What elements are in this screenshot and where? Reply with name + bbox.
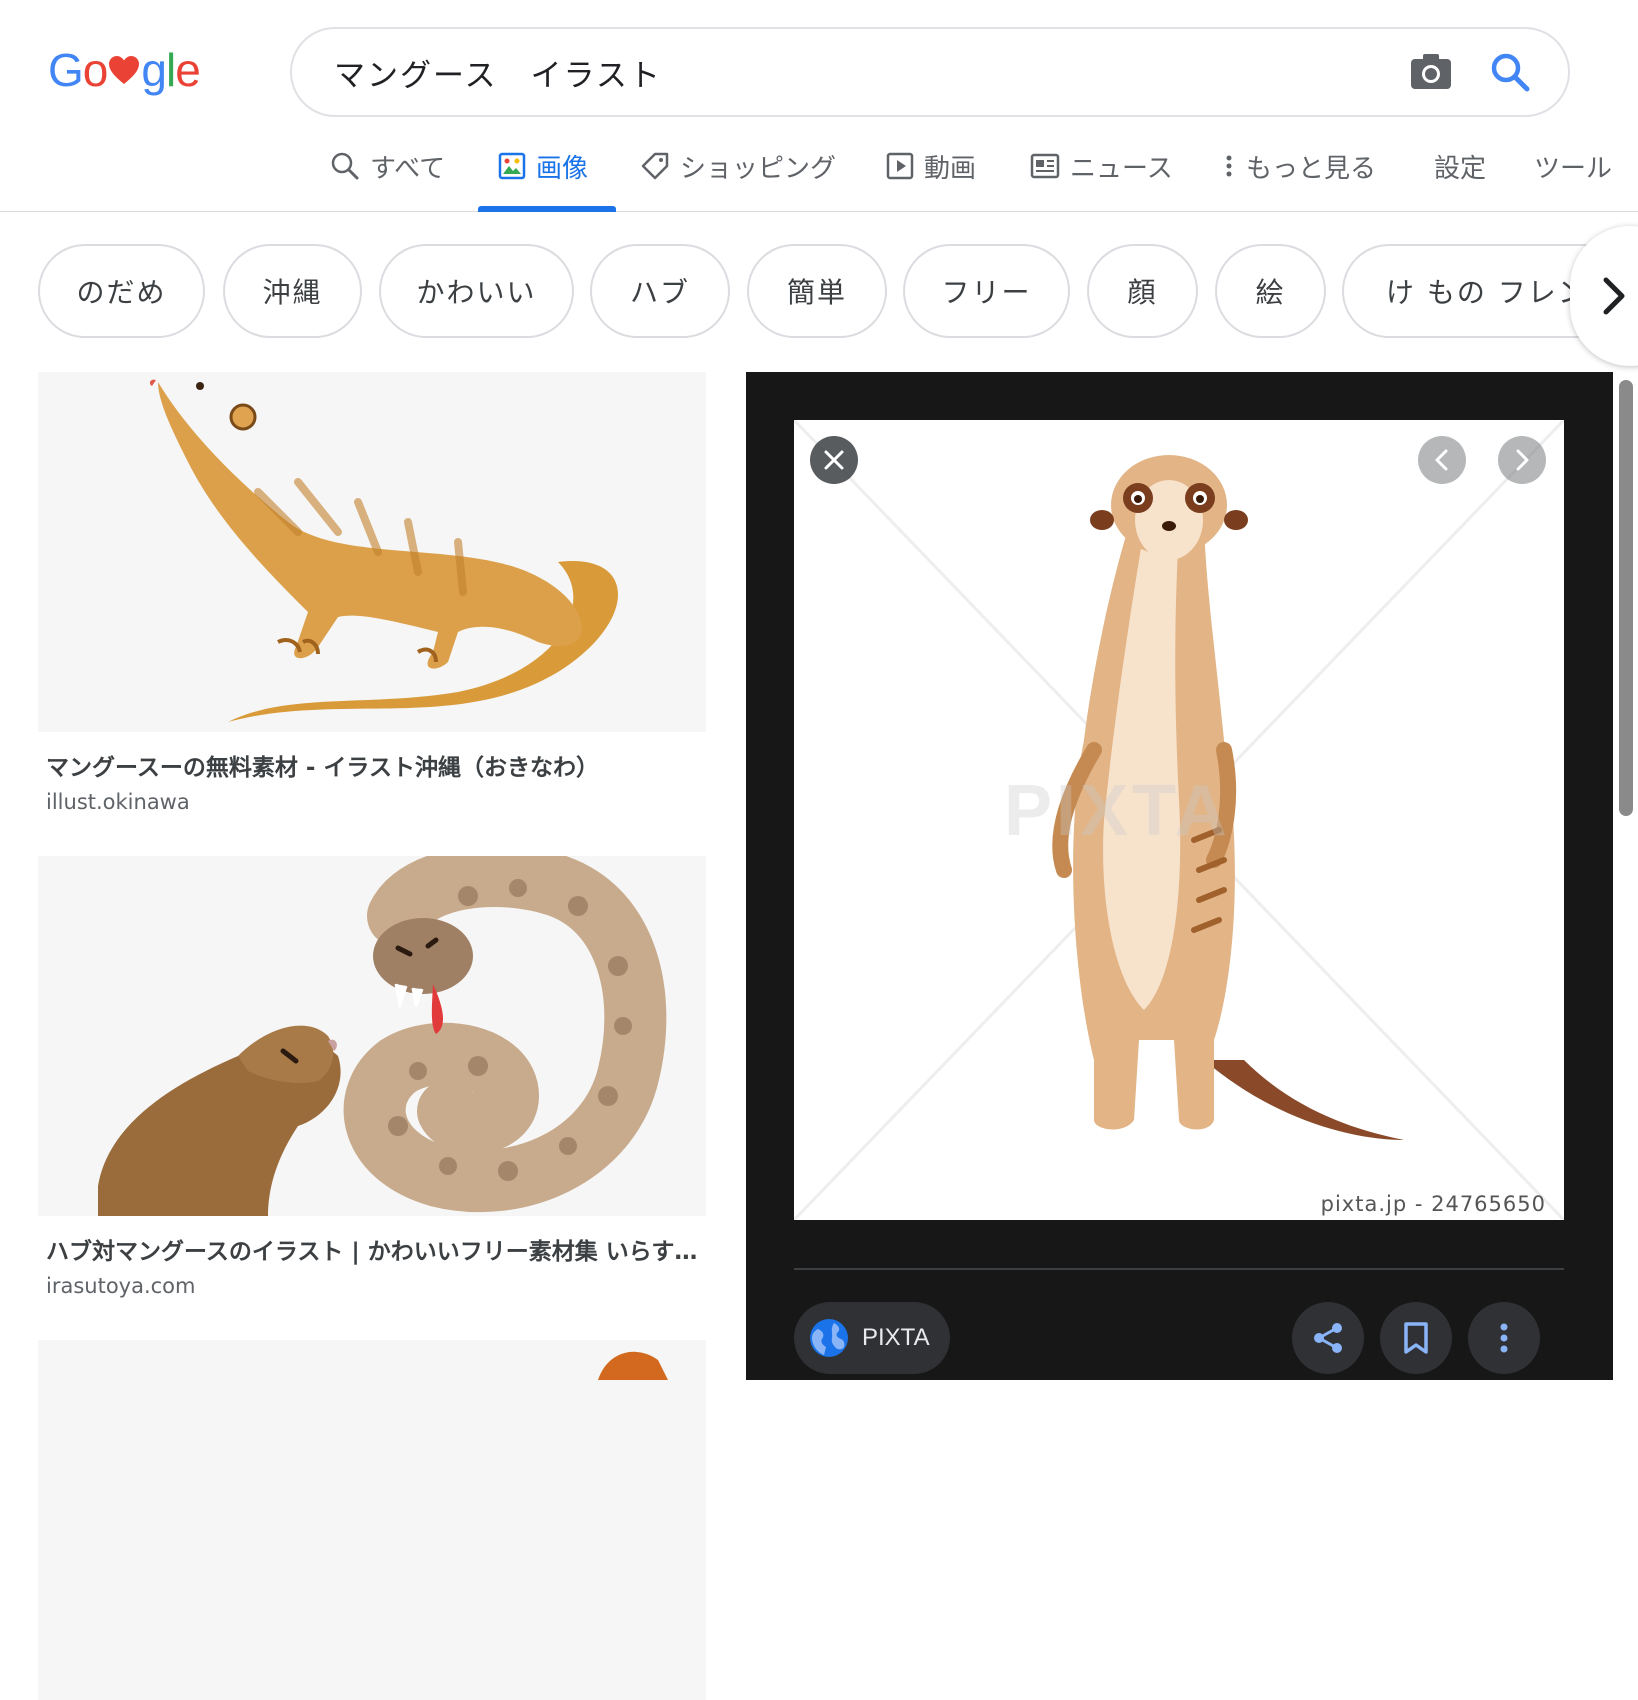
tab-label: 動画 <box>924 153 977 184</box>
share-icon <box>1314 1323 1342 1353</box>
result-thumbnail[interactable] <box>38 372 706 732</box>
tab-settings[interactable]: 設定 <box>1434 142 1486 190</box>
result-thumbnail[interactable] <box>38 856 706 1216</box>
previous-image-button[interactable] <box>1418 436 1466 484</box>
active-tab-indicator <box>478 206 616 212</box>
tag-icon <box>641 152 669 180</box>
tab-label: 画像 <box>536 153 589 184</box>
next-image-button[interactable] <box>1498 436 1546 484</box>
image-result[interactable]: マングースーの無料素材 - イラスト沖縄（おきなわ） illust.okinaw… <box>38 372 706 814</box>
chip[interactable]: のだめ <box>38 244 205 338</box>
tab-label: ツール <box>1534 153 1613 184</box>
tab-label: ニュース <box>1070 153 1173 184</box>
close-button[interactable] <box>810 436 858 484</box>
tab-label: 設定 <box>1434 153 1487 184</box>
globe-icon <box>810 1319 848 1357</box>
source-link[interactable]: PIXTA <box>794 1302 950 1374</box>
share-button[interactable] <box>1292 1302 1364 1374</box>
chip[interactable]: 沖縄 <box>223 244 362 338</box>
bookmark-icon <box>1404 1322 1428 1354</box>
image-preview-panel: PIXTA pixta.jp - 24765650 PIXTA <box>746 372 1613 1380</box>
logo-l: l <box>165 44 176 96</box>
tab-videos[interactable]: 動画 <box>886 142 976 190</box>
save-button[interactable] <box>1380 1302 1452 1374</box>
panel-scrollbar[interactable] <box>1619 380 1633 816</box>
tab-all[interactable]: すべて <box>330 142 445 190</box>
result-title[interactable]: マングースーの無料素材 - イラスト沖縄（おきなわ） <box>46 748 706 782</box>
source-label: PIXTA <box>862 1324 930 1351</box>
chip[interactable]: 絵 <box>1215 244 1326 338</box>
google-logo[interactable]: Gogle <box>48 38 201 102</box>
play-icon <box>886 152 914 180</box>
result-thumbnail[interactable] <box>38 1340 706 1700</box>
logo-o: o <box>82 44 109 96</box>
logo-g: G <box>48 44 84 96</box>
result-domain[interactable]: illust.okinawa <box>46 790 706 814</box>
watermark: PIXTA <box>1004 771 1231 851</box>
image-result[interactable] <box>38 1340 706 1700</box>
tab-shopping[interactable]: ショッピング <box>640 142 836 190</box>
chip[interactable]: ハブ <box>590 244 730 338</box>
result-domain[interactable]: irasutoya.com <box>46 1274 706 1298</box>
camera-icon[interactable] <box>1408 49 1454 95</box>
search-icon <box>331 152 359 180</box>
preview-image[interactable]: PIXTA pixta.jp - 24765650 <box>794 420 1564 1220</box>
chip[interactable]: 簡単 <box>747 244 887 338</box>
panel-divider <box>794 1268 1564 1270</box>
search-icon[interactable] <box>1488 50 1532 94</box>
related-chips: のだめ 沖縄 かわいい ハブ 簡単 フリー 顔 絵 け もの フレンズ <box>0 244 1638 340</box>
logo-e: e <box>175 44 201 96</box>
chip[interactable]: フリー <box>903 244 1070 338</box>
news-icon <box>1030 153 1060 179</box>
mongoose-illustration <box>149 379 618 722</box>
chevron-right-icon <box>1603 277 1625 315</box>
tab-label: ショッピング <box>680 153 837 184</box>
search-box[interactable]: マングース イラスト <box>290 27 1570 117</box>
search-tabs: すべて 画像 ショッピング 動画 ニュース もっと見る 設定 ツール <box>0 132 1638 212</box>
chevron-left-icon <box>1435 449 1448 471</box>
tab-news[interactable]: ニュース <box>1030 142 1173 190</box>
more-vert-icon <box>1500 1323 1508 1353</box>
heart-icon <box>109 56 140 84</box>
tab-label: すべて <box>370 153 446 184</box>
logo-g2: g <box>141 44 167 96</box>
partial-illustration <box>598 1351 668 1380</box>
result-title[interactable]: ハブ対マングースのイラスト | かわいいフリー素材集 いらすとや <box>46 1232 706 1266</box>
more-options-button[interactable] <box>1468 1302 1540 1374</box>
image-result[interactable]: ハブ対マングースのイラスト | かわいいフリー素材集 いらすとや irasuto… <box>38 856 706 1298</box>
close-icon <box>824 450 844 470</box>
chevron-right-icon <box>1516 449 1529 471</box>
tab-images[interactable]: 画像 <box>498 142 588 190</box>
chip[interactable]: 顔 <box>1087 244 1198 338</box>
image-icon <box>498 152 526 180</box>
tab-label: もっと見る <box>1246 153 1377 184</box>
tab-more[interactable]: もっと見る <box>1222 142 1376 190</box>
tab-tools[interactable]: ツール <box>1534 142 1612 190</box>
snake-mongoose-illustration <box>98 856 667 1216</box>
image-credit: pixta.jp - 24765650 <box>1320 1192 1546 1216</box>
more-vert-icon <box>1226 155 1232 177</box>
chip[interactable]: かわいい <box>379 244 574 338</box>
search-input[interactable]: マングース イラスト <box>334 50 1408 95</box>
